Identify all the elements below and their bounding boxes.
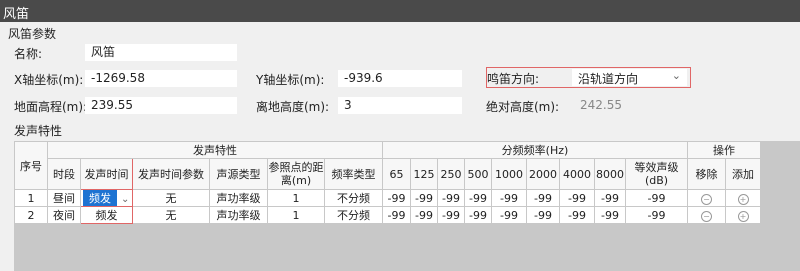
frequency-type-cell[interactable]: 不分频 bbox=[324, 189, 383, 207]
band-125-cell[interactable]: -99 bbox=[410, 189, 438, 207]
horn-direction-select[interactable]: 鸣笛方向: 沿轨道方向 ⌄ bbox=[486, 67, 691, 88]
source-type-header: 声源类型 bbox=[209, 158, 268, 190]
row-index: 1 bbox=[14, 189, 48, 207]
plus-circle-icon[interactable]: + bbox=[737, 193, 749, 205]
horn-direction-value: 沿轨道方向 bbox=[578, 72, 639, 86]
x-coordinate-field[interactable] bbox=[85, 70, 237, 87]
band-250-cell[interactable]: -99 bbox=[437, 206, 465, 224]
band-2000-cell[interactable]: -99 bbox=[526, 189, 560, 207]
y-coordinate-label: Y轴坐标(m): bbox=[256, 73, 325, 87]
add-cell: + bbox=[725, 189, 761, 207]
freq-250-header: 250 bbox=[437, 158, 465, 190]
band-8000-cell[interactable]: -99 bbox=[594, 206, 626, 224]
frequency-group-header: 分频频率(Hz) bbox=[382, 141, 688, 159]
equivalent-level-cell[interactable]: -99 bbox=[625, 189, 688, 207]
row-index: 2 bbox=[14, 206, 48, 224]
freq-4000-header: 4000 bbox=[559, 158, 595, 190]
equivalent-level-header: 等效声级(dB) bbox=[625, 158, 688, 190]
window-titlebar: 风笛 bbox=[0, 0, 800, 22]
add-header: 添加 bbox=[725, 158, 761, 190]
name-label: 名称: bbox=[14, 47, 43, 61]
y-coordinate-field[interactable] bbox=[338, 70, 462, 87]
freq-125-header: 125 bbox=[410, 158, 438, 190]
ground-elevation-label: 地面高程(m): bbox=[14, 100, 88, 114]
chevron-down-icon[interactable]: ⌄ bbox=[121, 194, 129, 205]
band-250-cell[interactable]: -99 bbox=[437, 189, 465, 207]
table-row[interactable]: 1 昼间 频发 ⌄ 无 声功率级 1 不分频 -99 -99 -99 -99 -9… bbox=[14, 189, 761, 207]
absolute-height-value: 242.55 bbox=[580, 98, 622, 112]
band-1000-cell[interactable]: -99 bbox=[491, 206, 527, 224]
freq-2000-header: 2000 bbox=[526, 158, 560, 190]
remove-cell: − bbox=[687, 189, 726, 207]
minus-circle-icon[interactable]: − bbox=[701, 193, 712, 205]
reference-distance-cell[interactable]: 1 bbox=[267, 189, 325, 207]
minus-circle-icon[interactable]: − bbox=[701, 210, 712, 222]
window-title: 风笛 bbox=[3, 7, 30, 22]
absolute-height-label: 绝对高度(m): bbox=[486, 100, 560, 114]
band-2000-cell[interactable]: -99 bbox=[526, 206, 560, 224]
horn-direction-label: 鸣笛方向: bbox=[487, 72, 540, 86]
period-cell[interactable]: 夜间 bbox=[47, 206, 81, 224]
source-type-cell[interactable]: 声功率级 bbox=[209, 206, 268, 224]
freq-1000-header: 1000 bbox=[491, 158, 527, 190]
plus-circle-icon[interactable]: + bbox=[737, 210, 749, 222]
sound-time-param-header: 发声时间参数 bbox=[132, 158, 210, 190]
add-cell: + bbox=[725, 206, 761, 224]
period-header: 时段 bbox=[47, 158, 81, 190]
band-8000-cell[interactable]: -99 bbox=[594, 189, 626, 207]
freq-500-header: 500 bbox=[464, 158, 492, 190]
operation-group-header: 操作 bbox=[687, 141, 761, 159]
remove-header: 移除 bbox=[687, 158, 726, 190]
x-coordinate-label: X轴坐标(m): bbox=[14, 73, 84, 87]
frequency-type-header: 频率类型 bbox=[324, 158, 383, 190]
band-125-cell[interactable]: -99 bbox=[410, 206, 438, 224]
band-65-cell[interactable]: -99 bbox=[382, 206, 411, 224]
reference-distance-header: 参照点的距离(m) bbox=[267, 158, 325, 190]
sound-section-title: 发声特性 bbox=[14, 124, 63, 138]
freq-65-header: 65 bbox=[382, 158, 411, 190]
band-500-cell[interactable]: -99 bbox=[464, 189, 492, 207]
equivalent-level-cell[interactable]: -99 bbox=[625, 206, 688, 224]
sound-time-selected[interactable]: 频发 bbox=[83, 190, 117, 206]
sound-time-header: 发声时间 bbox=[80, 158, 133, 190]
remove-cell: − bbox=[687, 206, 726, 224]
sound-time-cell[interactable]: 频发 ⌄ bbox=[80, 189, 133, 207]
params-section-title: 风笛参数 bbox=[8, 27, 57, 41]
frequency-type-cell[interactable]: 不分频 bbox=[324, 206, 383, 224]
height-above-ground-field[interactable] bbox=[338, 97, 462, 114]
sound-group-header: 发声特性 bbox=[47, 141, 383, 159]
sound-time-param-cell[interactable]: 无 bbox=[132, 206, 210, 224]
horn-direction-dropdown[interactable]: 沿轨道方向 ⌄ bbox=[572, 69, 687, 86]
freq-8000-header: 8000 bbox=[594, 158, 626, 190]
sound-table: 序号 发声特性 分频频率(Hz) 操作 时段 发声时间 发声时间参数 声源类型 … bbox=[14, 141, 761, 224]
period-cell[interactable]: 昼间 bbox=[47, 189, 81, 207]
table-row[interactable]: 2 夜间 频发 无 声功率级 1 不分频 -99 -99 -99 -99 -99… bbox=[14, 206, 761, 224]
band-4000-cell[interactable]: -99 bbox=[559, 206, 595, 224]
source-type-cell[interactable]: 声功率级 bbox=[209, 189, 268, 207]
reference-distance-cell[interactable]: 1 bbox=[267, 206, 325, 224]
band-4000-cell[interactable]: -99 bbox=[559, 189, 595, 207]
chevron-down-icon[interactable]: ⌄ bbox=[672, 69, 681, 82]
ground-elevation-field[interactable] bbox=[85, 97, 237, 114]
name-field[interactable] bbox=[85, 44, 237, 61]
sound-time-cell[interactable]: 频发 bbox=[80, 206, 133, 224]
height-above-ground-label: 离地高度(m): bbox=[256, 100, 330, 114]
sound-table-panel: 序号 发声特性 分频频率(Hz) 操作 时段 发声时间 发声时间参数 声源类型 … bbox=[14, 141, 800, 271]
index-header: 序号 bbox=[14, 141, 48, 190]
sound-time-param-cell[interactable]: 无 bbox=[132, 189, 210, 207]
band-1000-cell[interactable]: -99 bbox=[491, 189, 527, 207]
band-65-cell[interactable]: -99 bbox=[382, 189, 411, 207]
band-500-cell[interactable]: -99 bbox=[464, 206, 492, 224]
